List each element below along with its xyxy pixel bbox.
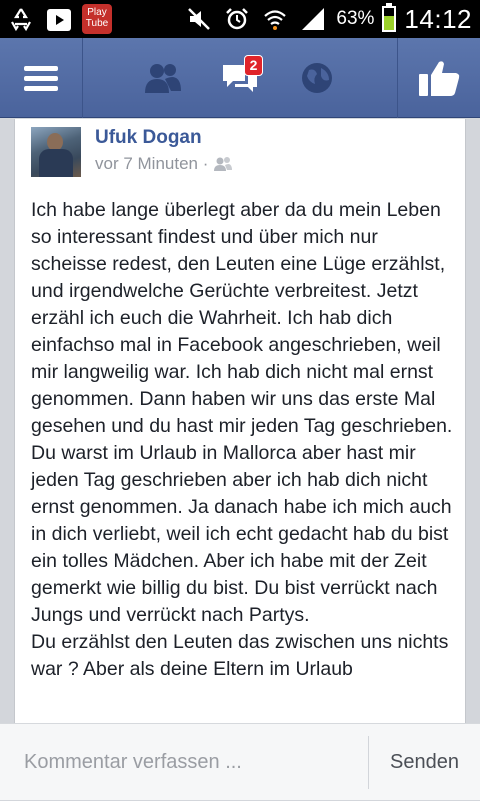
messages-tab[interactable]: 2 [215, 53, 265, 103]
news-feed[interactable]: Ufuk Dogan vor 7 Minuten · Ich habe lang… [0, 119, 480, 723]
signal-icon [298, 4, 328, 34]
messages-badge: 2 [243, 55, 263, 76]
comment-input[interactable] [0, 724, 368, 801]
alarm-icon [222, 4, 252, 34]
notifications-globe-icon [302, 63, 333, 93]
like-icon [419, 61, 460, 96]
recycle-icon [6, 4, 36, 34]
friend-requests-tab[interactable] [138, 53, 188, 103]
friends-icon [214, 157, 233, 171]
facebook-top-bar: 2 [0, 38, 480, 118]
comment-bar: Senden [0, 723, 480, 801]
battery-percent: 63% [336, 8, 375, 29]
avatar[interactable] [31, 127, 81, 177]
like-button[interactable] [397, 38, 480, 118]
post-card: Ufuk Dogan vor 7 Minuten · Ich habe lang… [14, 119, 466, 723]
wifi-icon [260, 4, 290, 34]
friend-requests-icon [144, 64, 181, 93]
status-bar: Play Tube 63% 14:12 [0, 0, 480, 38]
clock: 14:12 [404, 3, 472, 34]
menu-icon [24, 66, 58, 91]
avatar-body [39, 149, 73, 177]
playtube-icon: Play Tube [82, 4, 112, 34]
battery-icon [382, 3, 397, 32]
post-text: Ich habe lange überlegt aber da du mein … [31, 199, 453, 680]
battery-level [384, 16, 395, 30]
mute-icon [184, 4, 214, 34]
play-store-icon [44, 4, 74, 34]
menu-button[interactable] [0, 38, 83, 118]
post-time[interactable]: vor 7 Minuten · [95, 154, 208, 174]
notifications-tab[interactable] [292, 53, 342, 103]
send-button[interactable]: Senden [368, 736, 480, 789]
post-author[interactable]: Ufuk Dogan [95, 127, 202, 149]
post-meta: vor 7 Minuten · [95, 154, 233, 174]
